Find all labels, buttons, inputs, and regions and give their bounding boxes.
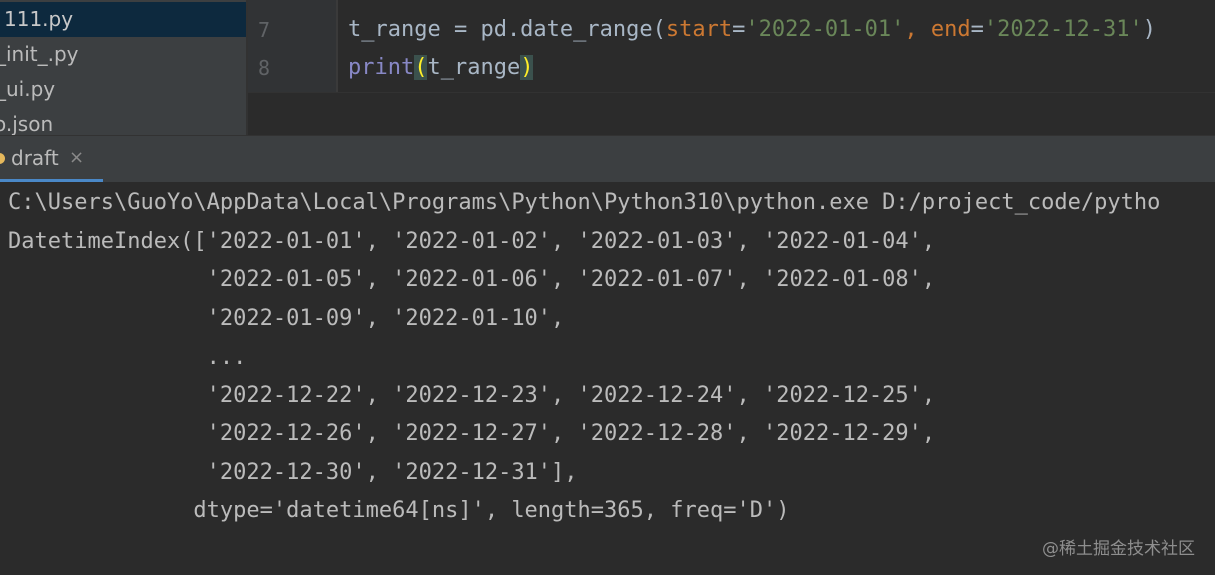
code-token: = xyxy=(732,17,746,42)
code-token: t_range = pd.date_range( xyxy=(348,17,666,42)
code-token: , xyxy=(904,17,931,42)
tree-item-label: 111.py xyxy=(4,7,74,31)
code-line[interactable]: t_range = pd.date_range(start='2022-01-0… xyxy=(348,11,1156,49)
code-line[interactable]: print(t_range) xyxy=(348,49,534,87)
code-token: = xyxy=(970,17,984,42)
code-token: end xyxy=(930,17,971,42)
tree-item-label: _ui.py xyxy=(0,77,56,101)
tree-item-111-py[interactable]: 111.py xyxy=(0,2,246,37)
project-tree: 111.py _init_.py _ui.py o.json xyxy=(0,0,246,135)
code-token: ( xyxy=(414,55,428,80)
console-line: C:\Users\GuoYo\AppData\Local\Programs\Py… xyxy=(8,190,1161,215)
gutter-divider xyxy=(336,0,338,92)
console-line: '2022-12-26', '2022-12-27', '2022-12-28'… xyxy=(8,421,936,446)
run-console[interactable]: C:\Users\GuoYo\AppData\Local\Programs\Py… xyxy=(0,182,1215,575)
console-line: DatetimeIndex(['2022-01-01', '2022-01-02… xyxy=(8,229,936,254)
editor-empty-area[interactable] xyxy=(248,92,1215,136)
code-editor[interactable]: 7 8 t_range = pd.date_range(start='2022-… xyxy=(248,0,1215,92)
console-line: dtype='datetime64[ns]', length=365, freq… xyxy=(8,498,790,523)
run-tab-label: draft xyxy=(11,146,59,170)
line-number: 7 xyxy=(258,18,271,42)
line-number-gutter: 7 8 xyxy=(248,0,336,92)
code-token: ) xyxy=(1142,17,1157,42)
close-icon[interactable]: × xyxy=(69,147,84,168)
tree-item-label: o.json xyxy=(0,112,54,135)
run-tab-draft[interactable]: draft × xyxy=(0,136,103,183)
code-token: print xyxy=(348,55,415,80)
python-run-icon xyxy=(0,153,5,164)
code-token: '2022-12-31' xyxy=(983,17,1143,42)
tree-item-label: _init_.py xyxy=(0,42,79,66)
code-token: t_range xyxy=(427,55,521,80)
console-line: '2022-12-30', '2022-12-31'], xyxy=(8,460,578,485)
code-token: start xyxy=(665,17,733,42)
code-token: '2022-01-01' xyxy=(745,17,905,42)
watermark: @稀土掘金技术社区 xyxy=(1042,539,1195,559)
code-token: ) xyxy=(520,55,534,80)
run-tool-header: draft × xyxy=(0,135,1215,183)
line-number: 8 xyxy=(258,56,271,80)
console-line: '2022-01-09', '2022-01-10', xyxy=(8,306,565,331)
console-line: '2022-12-22', '2022-12-23', '2022-12-24'… xyxy=(8,383,936,408)
console-line: ... xyxy=(8,345,247,370)
console-line: '2022-01-05', '2022-01-06', '2022-01-07'… xyxy=(8,267,936,292)
